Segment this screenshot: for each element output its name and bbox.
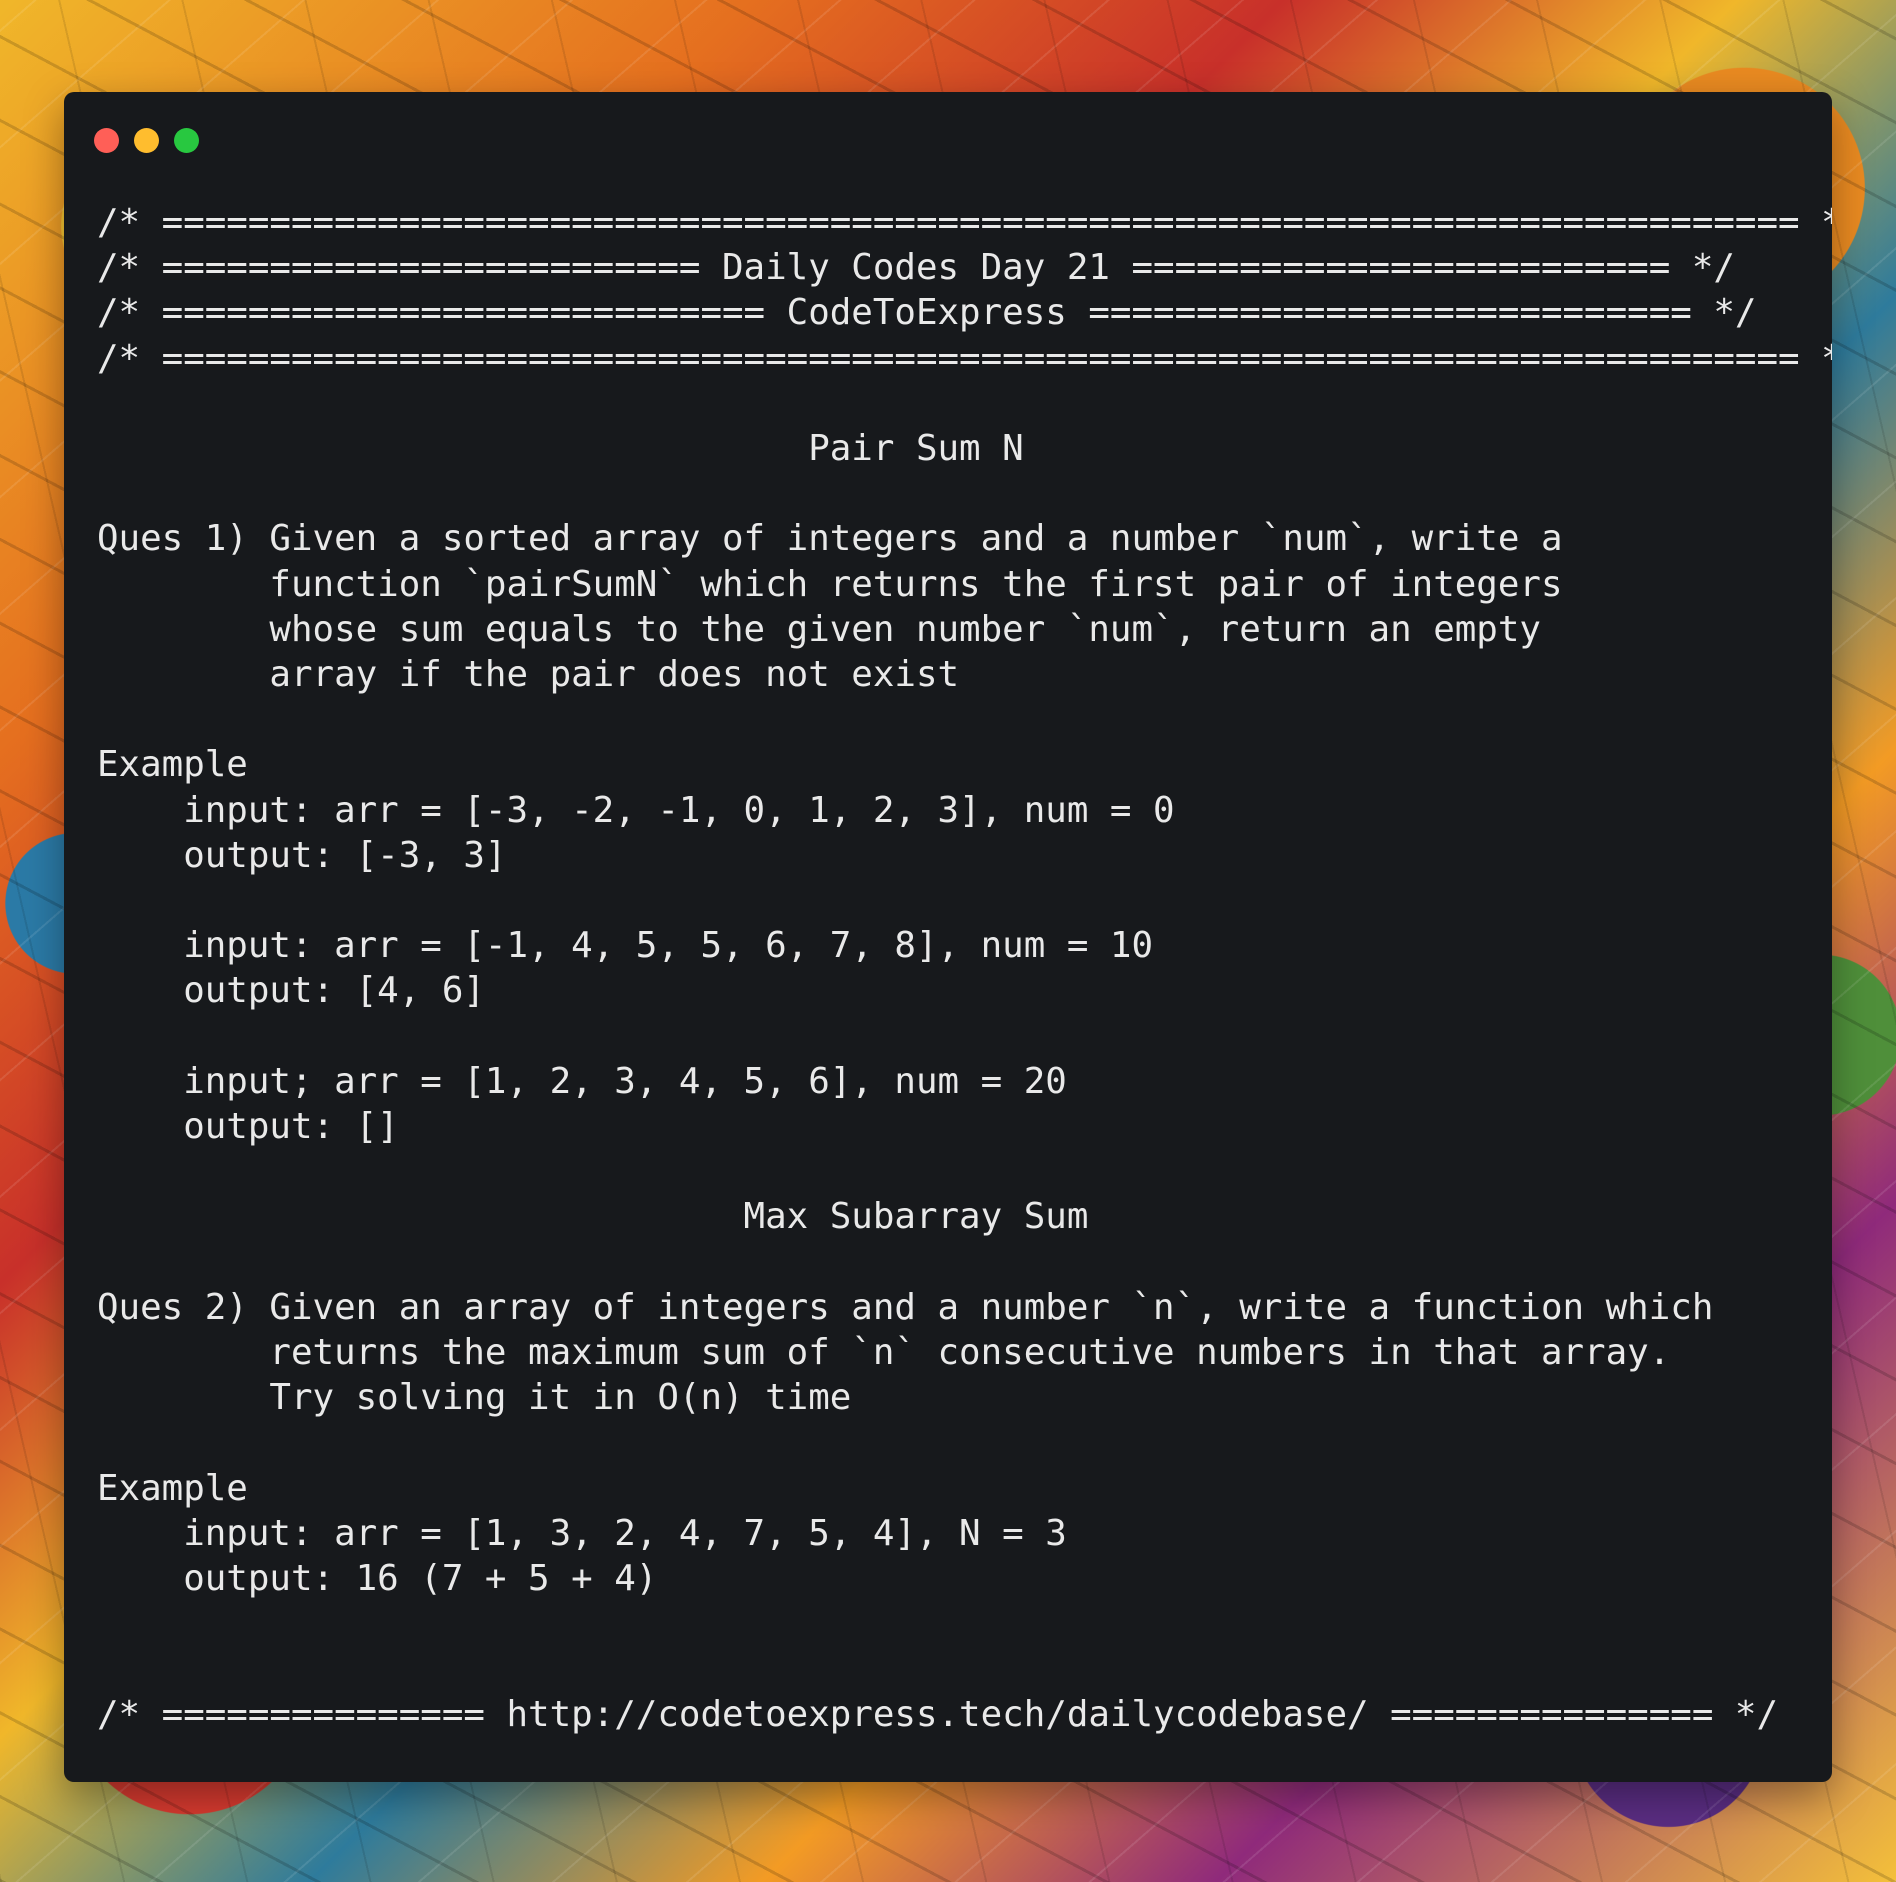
question-line: Ques 1) Given a sorted array of integers… bbox=[97, 518, 1563, 560]
question-line: whose sum equals to the given number `nu… bbox=[97, 608, 1541, 650]
question-line: returns the maximum sum of `n` consecuti… bbox=[97, 1331, 1671, 1373]
footer-link-line: /* =============== http://codetoexpress.… bbox=[97, 1693, 1779, 1735]
code-line: /* ============================ CodeToEx… bbox=[97, 292, 1757, 334]
code-line: /* ========================= Daily Codes… bbox=[97, 247, 1735, 289]
window-controls bbox=[94, 128, 199, 153]
section-title: Pair Sum N bbox=[97, 428, 1024, 469]
minimize-button[interactable] bbox=[134, 128, 159, 153]
question-line: Ques 2) Given an array of integers and a… bbox=[97, 1286, 1714, 1328]
code-line: /* =====================================… bbox=[97, 202, 1832, 243]
section-title: Max Subarray Sum bbox=[97, 1196, 1089, 1238]
example-line: output: [] bbox=[97, 1105, 399, 1147]
question-line: function `pairSumN` which returns the fi… bbox=[97, 563, 1563, 605]
zoom-button[interactable] bbox=[174, 128, 199, 153]
code-line: /* =====================================… bbox=[97, 337, 1832, 379]
example-line: input: arr = [-1, 4, 5, 5, 6, 7, 8], num… bbox=[97, 925, 1154, 967]
example-label: Example bbox=[97, 744, 248, 786]
example-line: output: [-3, 3] bbox=[97, 834, 507, 876]
example-line: output: [4, 6] bbox=[97, 970, 485, 1012]
example-line: input; arr = [1, 2, 3, 4, 5, 6], num = 2… bbox=[97, 1060, 1067, 1102]
close-button[interactable] bbox=[94, 128, 119, 153]
example-label: Example bbox=[97, 1467, 248, 1509]
example-line: input: arr = [1, 3, 2, 4, 7, 5, 4], N = … bbox=[97, 1512, 1067, 1554]
example-line: output: 16 (7 + 5 + 4) bbox=[97, 1557, 658, 1599]
code-window: /* =====================================… bbox=[64, 92, 1832, 1782]
question-line: Try solving it in O(n) time bbox=[97, 1377, 852, 1419]
example-line: input: arr = [-3, -2, -1, 0, 1, 2, 3], n… bbox=[97, 789, 1175, 831]
code-block: /* =====================================… bbox=[97, 200, 1832, 1737]
question-line: array if the pair does not exist bbox=[97, 654, 960, 695]
